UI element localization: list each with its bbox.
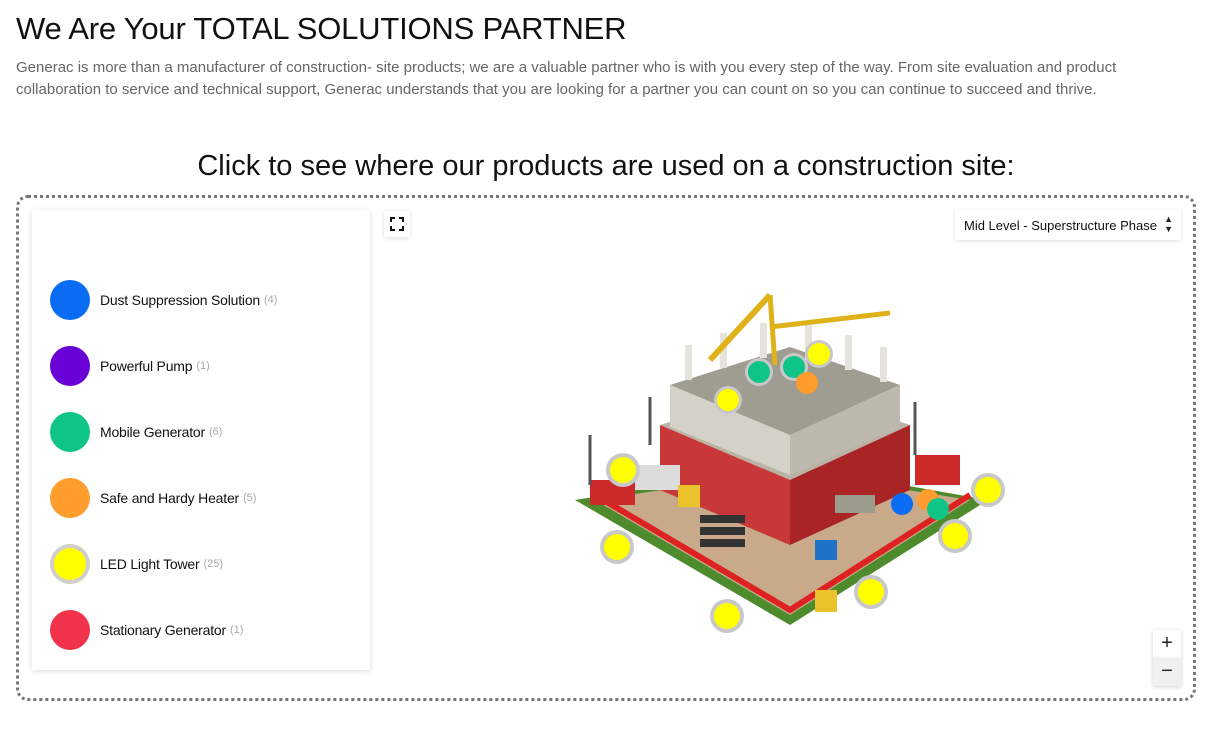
legend-label: Stationary Generator [100, 622, 226, 638]
intro-paragraph: Generac is more than a manufacturer of c… [16, 59, 1117, 98]
legend-panel: Dust Suppression Solution (4) Powerful P… [32, 210, 370, 670]
fullscreen-button[interactable] [384, 211, 410, 237]
map-heading: Click to see where our products are used… [197, 150, 1015, 182]
legend-count: (1) [229, 624, 244, 636]
marker-mobile-generator[interactable] [748, 361, 770, 383]
stationary-generator-dot-icon [50, 610, 90, 650]
legend-label: LED Light Tower [100, 556, 200, 572]
legend-item-powerful-pump[interactable]: Powerful Pump (1) [50, 344, 210, 388]
page-title: We Are Your TOTAL SOLUTIONS PARTNER [16, 11, 627, 46]
zoom-in-button[interactable]: + [1153, 630, 1181, 658]
legend-label: Dust Suppression Solution [100, 292, 260, 308]
legend-count: (4) [264, 294, 278, 306]
marker-light-tower[interactable] [717, 389, 739, 411]
marker-light-tower[interactable] [604, 534, 630, 560]
up-down-arrows-icon: ▲ ▼ [1164, 214, 1173, 234]
legend-item-light-tower[interactable]: LED Light Tower (25) [50, 542, 223, 586]
phase-select[interactable]: Mid Level - Superstructure Phase ▲ ▼ [955, 210, 1181, 240]
marker-light-tower[interactable] [610, 457, 636, 483]
heater-dot-icon [50, 478, 90, 518]
marker-light-tower[interactable] [975, 477, 1001, 503]
legend-count: (6) [208, 426, 223, 438]
legend-label: Mobile Generator [100, 424, 205, 440]
pump-dot-icon [50, 346, 90, 386]
marker-light-tower[interactable] [858, 579, 884, 605]
legend-label: Safe and Hardy Heater [100, 490, 239, 506]
marker-mobile-generator[interactable] [927, 498, 949, 520]
legend-item-stationary-generator[interactable]: Stationary Generator (1) [50, 608, 243, 652]
zoom-out-button[interactable]: − [1153, 658, 1181, 686]
marker-light-tower[interactable] [808, 343, 830, 365]
legend-item-heater[interactable]: Safe and Hardy Heater (5) [50, 476, 256, 520]
phase-select-value: Mid Level - Superstructure Phase [964, 217, 1157, 233]
marker-light-tower[interactable] [942, 523, 968, 549]
legend-count: (1) [196, 360, 210, 372]
mobile-generator-dot-icon [50, 412, 90, 452]
light-tower-dot-icon [50, 544, 90, 584]
legend-label: Powerful Pump [100, 358, 193, 374]
legend-item-mobile-generator[interactable]: Mobile Generator (6) [50, 410, 222, 454]
dust-suppression-dot-icon [50, 280, 90, 320]
fullscreen-icon [390, 217, 404, 231]
marker-heater[interactable] [796, 372, 818, 394]
legend-count: (25) [203, 558, 224, 570]
construction-site-illustration [560, 285, 1020, 645]
marker-dust-suppression[interactable] [891, 493, 913, 515]
legend-count: (5) [243, 492, 257, 504]
legend-item-dust-suppression[interactable]: Dust Suppression Solution (4) [50, 278, 277, 322]
marker-light-tower[interactable] [714, 603, 740, 629]
